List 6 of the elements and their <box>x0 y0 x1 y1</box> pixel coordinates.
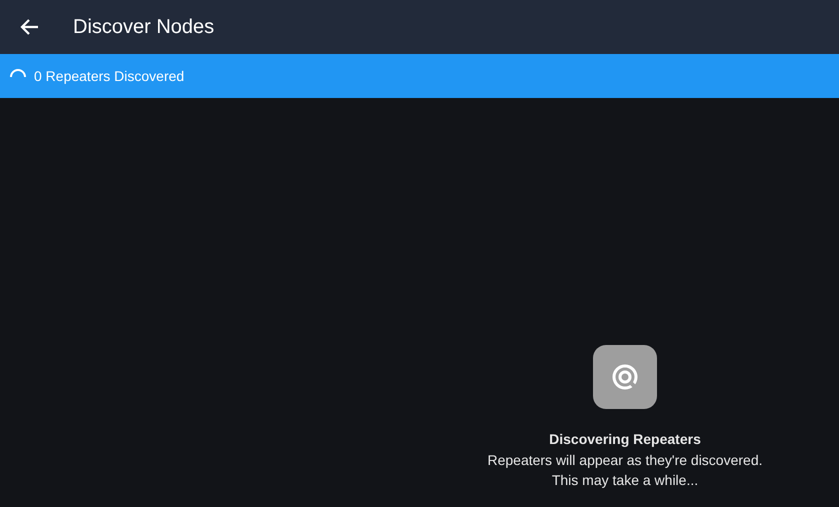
empty-state-message: Repeaters will appear as they're discovered. <box>487 451 763 470</box>
page-title: Discover Nodes <box>73 15 214 40</box>
empty-state-message: This may take a while... <box>550 471 700 490</box>
empty-state-title: Discovering Repeaters <box>549 430 701 449</box>
radar-icon <box>593 345 657 409</box>
discovered-count: 0 Repeaters Discovered <box>34 66 184 86</box>
